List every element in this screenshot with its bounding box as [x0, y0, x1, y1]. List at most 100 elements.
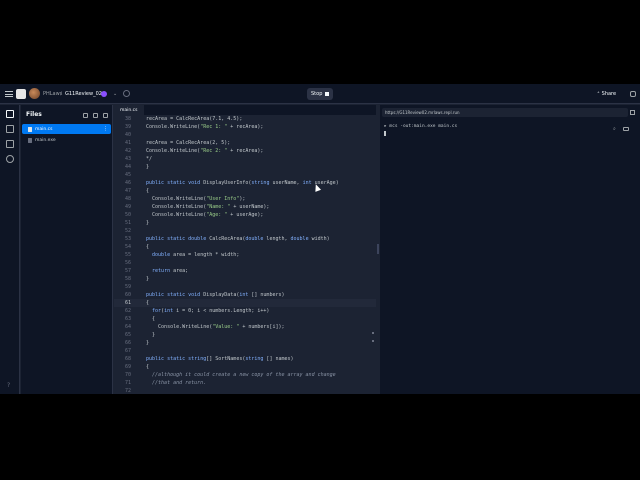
code-line[interactable]: 70 //although it could create a new copy… — [114, 371, 376, 379]
code-text: public static double CalcRecArea(double … — [146, 236, 330, 242]
code-line[interactable]: 67 — [114, 347, 376, 355]
replit-workspace: PHLaws / G11Review_02 ⌄ Stop ⁺ Share ? F… — [0, 84, 640, 394]
breadcrumb-separator: / — [60, 91, 62, 97]
settings-nav-icon[interactable] — [6, 155, 14, 163]
replit-logo-icon[interactable] — [16, 89, 26, 99]
console-command: mcs -out:main.exe main.cs — [386, 124, 458, 129]
code-text: recArea = CalcRecArea(7.1, 4.5); — [146, 116, 243, 122]
code-line[interactable]: 42 Console.WriteLine("Rec 2: " + recArea)… — [114, 147, 376, 155]
line-number: 44 — [124, 164, 131, 170]
code-line[interactable]: 58} — [114, 275, 376, 283]
code-line[interactable]: 39 Console.WriteLine("Rec 1: " + recArea)… — [114, 123, 376, 131]
code-line[interactable]: 57 return area; — [114, 267, 376, 275]
help-icon[interactable]: ? — [7, 382, 10, 389]
history-icon[interactable] — [123, 90, 130, 97]
code-text: { — [146, 316, 156, 322]
open-in-new-tab-icon[interactable] — [630, 110, 635, 115]
share-button-label: Share — [601, 91, 617, 97]
stop-button[interactable]: Stop — [307, 88, 334, 100]
code-text: for(int i = 0; i < numbers.Length; i++) — [152, 308, 270, 314]
new-folder-icon[interactable] — [93, 113, 98, 118]
clear-console-icon[interactable] — [623, 127, 629, 131]
code-line[interactable]: 50 Console.WriteLine("Age: " + userAge); — [114, 211, 376, 219]
stop-square-icon — [325, 92, 330, 96]
share-nav-icon[interactable] — [6, 125, 14, 133]
files-nav-icon[interactable] — [6, 110, 14, 118]
line-number: 58 — [124, 276, 131, 282]
code-text: public static void DisplayData(int [] nu… — [146, 292, 285, 298]
notifications-icon[interactable] — [630, 91, 636, 97]
line-number: 70 — [124, 372, 131, 378]
code-line[interactable]: 69 { — [114, 363, 376, 371]
code-text: public static string[] SortNames(string … — [146, 356, 294, 362]
webview-url-bar[interactable]: https://G11Review02.mrlaws.repl.run — [382, 108, 628, 117]
file-options-icon[interactable]: ⋮ — [103, 126, 108, 132]
code-line[interactable]: 52 — [114, 227, 376, 235]
code-line[interactable]: 71 //that and return. — [114, 379, 376, 387]
search-icon[interactable]: ⌕ — [613, 126, 616, 132]
code-line[interactable]: 60 public static void DisplayData(int [] … — [114, 291, 376, 299]
code-line[interactable]: 45 — [114, 171, 376, 179]
tab-main-cs[interactable]: main.cs — [114, 105, 144, 115]
code-line[interactable]: 51} — [114, 219, 376, 227]
share-button[interactable]: ⁺ Share — [597, 84, 616, 104]
code-text: public static void DisplayUserInfo(strin… — [146, 180, 339, 186]
code-line[interactable]: 43 */ — [114, 155, 376, 163]
line-number: 46 — [124, 180, 131, 186]
pane-resize-handle[interactable] — [377, 244, 379, 254]
files-panel-title: Files — [26, 111, 42, 118]
line-number: 55 — [124, 252, 131, 258]
code-line[interactable]: 65 } — [114, 331, 376, 339]
file-item-main-cs[interactable]: main.cs ⋮ — [22, 124, 111, 134]
code-line[interactable]: 41 recArea = CalcRecArea(2, 5); — [114, 139, 376, 147]
packages-nav-icon[interactable] — [6, 140, 14, 148]
hamburger-menu-icon[interactable] — [4, 84, 13, 104]
code-text: */ — [146, 156, 153, 162]
new-file-icon[interactable] — [83, 113, 88, 118]
code-line[interactable]: 47 { — [114, 187, 376, 195]
code-text: Console.WriteLine("Value: " + numbers[i]… — [146, 324, 285, 330]
chevron-down-icon[interactable]: ⌄ — [113, 84, 117, 104]
code-line[interactable]: 64 Console.WriteLine("Value: " + numbers… — [114, 323, 376, 331]
line-number: 47 — [124, 188, 131, 194]
code-line[interactable]: 53 public static double CalcRecArea(doubl… — [114, 235, 376, 243]
code-line[interactable]: 68 public static string[] SortNames(strin… — [114, 355, 376, 363]
code-line[interactable]: 66} — [114, 339, 376, 347]
code-line[interactable]: 44} — [114, 163, 376, 171]
code-line[interactable]: 55 double area = length * width; — [114, 251, 376, 259]
breadcrumb-repl-name[interactable]: G11Review_02 — [65, 84, 102, 104]
code-line[interactable]: 63 { — [114, 315, 376, 323]
file-item-main-exe[interactable]: main.exe — [22, 135, 111, 145]
line-number: 48 — [124, 196, 131, 202]
code-line[interactable]: 61 { — [114, 299, 376, 307]
line-number: 52 — [124, 228, 131, 234]
code-line[interactable]: 38 recArea = CalcRecArea(7.1, 4.5); — [114, 115, 376, 123]
code-line[interactable]: 48 Console.WriteLine("User Info"); — [114, 195, 376, 203]
code-line[interactable]: 49 Console.WriteLine("Name: " + userName… — [114, 203, 376, 211]
line-number: 51 — [124, 220, 131, 226]
line-number: 57 — [124, 268, 131, 274]
line-number: 45 — [124, 172, 131, 178]
line-number: 61 — [124, 300, 131, 306]
minimap-marker — [372, 332, 374, 334]
code-line[interactable]: 54 { — [114, 243, 376, 251]
code-line[interactable]: 40 — [114, 131, 376, 139]
code-line[interactable]: 72 — [114, 387, 376, 394]
file-icon — [28, 126, 32, 132]
line-number: 56 — [124, 260, 131, 266]
line-number: 72 — [124, 388, 131, 394]
code-editor: main.cs 38 recArea = CalcRecArea(7.1, 4.5… — [114, 105, 376, 394]
line-number: 60 — [124, 292, 131, 298]
code-line[interactable]: 46 public static void DisplayUserInfo(str… — [114, 179, 376, 187]
code-text: { — [146, 300, 150, 306]
user-avatar[interactable] — [29, 88, 40, 99]
code-text: //although it could create a new copy of… — [146, 372, 336, 378]
code-line[interactable]: 62 for(int i = 0; i < numbers.Length; i+… — [114, 307, 376, 315]
files-more-icon[interactable] — [103, 113, 108, 118]
code-line[interactable]: 56 — [114, 259, 376, 267]
code-line[interactable]: 59 — [114, 283, 376, 291]
workspace-header: PHLaws / G11Review_02 ⌄ Stop ⁺ Share — [0, 84, 640, 104]
code-area[interactable]: 38 recArea = CalcRecArea(7.1, 4.5); 39 Cons… — [114, 115, 376, 394]
line-number: 71 — [124, 380, 131, 386]
code-text: } — [146, 332, 156, 338]
